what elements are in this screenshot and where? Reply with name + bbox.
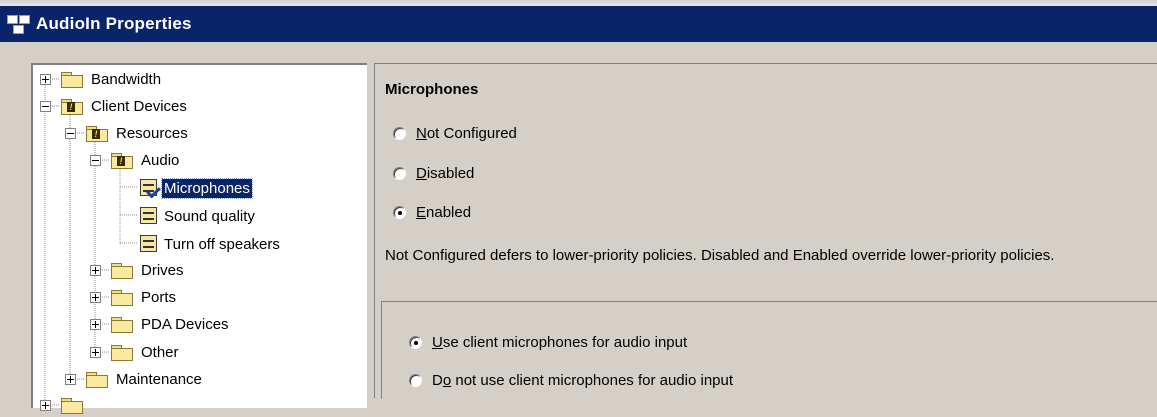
tree-item-bandwidth[interactable]: Bandwidth xyxy=(40,67,163,91)
radio-button[interactable] xyxy=(393,127,406,140)
tree-item-audio[interactable]: ! Audio xyxy=(90,148,181,172)
title-bar[interactable]: AudioIn Properties xyxy=(0,6,1157,42)
folder-icon xyxy=(86,371,108,388)
folder-icon xyxy=(111,344,133,361)
tree-item-microphones[interactable]: Microphones xyxy=(138,176,253,200)
tree-item-turn-off-speakers[interactable]: Turn off speakers xyxy=(138,232,282,256)
tree-item-label: Ports xyxy=(141,288,177,306)
collapse-icon[interactable] xyxy=(90,154,101,166)
radio-label: Enabled xyxy=(416,204,472,221)
expand-icon[interactable] xyxy=(65,373,76,385)
tree-item-label: PDA Devices xyxy=(141,315,229,333)
expand-icon[interactable] xyxy=(90,346,101,358)
tree-item-ports[interactable]: Ports xyxy=(90,285,178,309)
setting-description: Not Configured defers to lower-priority … xyxy=(385,247,1055,264)
tree-item-label: Audio xyxy=(141,151,180,169)
policy-icon xyxy=(138,234,160,254)
radio-label: Disabled xyxy=(416,165,475,182)
radio-button[interactable] xyxy=(393,206,406,219)
expand-icon[interactable] xyxy=(90,264,101,276)
radio-disabled[interactable]: Disabled xyxy=(393,165,474,182)
options-group: Use client microphones for audio input D… xyxy=(381,301,1157,399)
expand-icon[interactable] xyxy=(40,73,51,85)
folder-icon xyxy=(61,397,83,414)
tree-item-label: Resources xyxy=(116,124,188,142)
collapse-icon[interactable] xyxy=(65,127,76,139)
tree-item-other[interactable]: Other xyxy=(90,340,181,364)
tree-item-maintenance[interactable]: Maintenance xyxy=(65,367,204,391)
collapse-icon[interactable] xyxy=(40,100,51,112)
window-title: AudioIn Properties xyxy=(36,14,192,33)
folder-icon xyxy=(111,262,133,279)
radio-enabled[interactable]: Enabled xyxy=(393,204,471,221)
radio-button[interactable] xyxy=(393,167,406,180)
expand-icon[interactable] xyxy=(90,291,101,303)
tree-item-client-devices[interactable]: ! Client Devices xyxy=(40,94,189,118)
setting-title: Microphones xyxy=(385,81,479,98)
folder-warning-icon: ! xyxy=(86,125,108,142)
tree-item-label: Client Devices xyxy=(91,97,187,115)
radio-label: Do not use client microphones for audio … xyxy=(432,372,734,389)
expand-icon[interactable] xyxy=(90,318,101,330)
policy-tree[interactable]: Bandwidth ! Client Devices ! Resources !… xyxy=(31,63,367,414)
tree-item-label: Drives xyxy=(141,261,184,279)
radio-button[interactable] xyxy=(409,374,422,387)
folder-icon xyxy=(61,71,83,88)
tree-item-label: Turn off speakers xyxy=(164,235,280,253)
radio-use-client-microphones[interactable]: Use client microphones for audio input xyxy=(409,334,687,351)
folder-warning-icon: ! xyxy=(61,98,83,115)
radio-label: Not Configured xyxy=(416,125,517,142)
radio-button[interactable] xyxy=(409,336,422,349)
radio-not-configured[interactable]: Not Configured xyxy=(393,125,517,142)
tree-item-resources[interactable]: ! Resources xyxy=(65,121,190,145)
tree-item-pda-devices[interactable]: PDA Devices xyxy=(90,312,231,336)
radio-do-not-use-client-microphones[interactable]: Do not use client microphones for audio … xyxy=(409,372,733,389)
tree-item-label: Bandwidth xyxy=(91,70,162,88)
expand-icon[interactable] xyxy=(40,399,51,411)
folder-icon xyxy=(111,289,133,306)
tree-item-drives[interactable]: Drives xyxy=(90,258,186,282)
folder-warning-icon: ! xyxy=(111,152,133,169)
tree-item-label: Microphones xyxy=(161,177,253,199)
policy-icon xyxy=(138,206,160,226)
policy-window-icon xyxy=(6,13,32,35)
policy-checked-icon xyxy=(138,178,161,199)
tree-item-label: Maintenance xyxy=(116,370,202,388)
tree-item-partial[interactable] xyxy=(40,393,83,417)
tree-item-label: Sound quality xyxy=(164,207,255,225)
tree-item-sound-quality[interactable]: Sound quality xyxy=(138,204,257,228)
folder-icon xyxy=(111,316,133,333)
tree-item-label: Other xyxy=(141,343,179,361)
setting-panel: Microphones Not Configured Disabled Enab… xyxy=(374,63,1157,399)
radio-label: Use client microphones for audio input xyxy=(432,334,688,351)
